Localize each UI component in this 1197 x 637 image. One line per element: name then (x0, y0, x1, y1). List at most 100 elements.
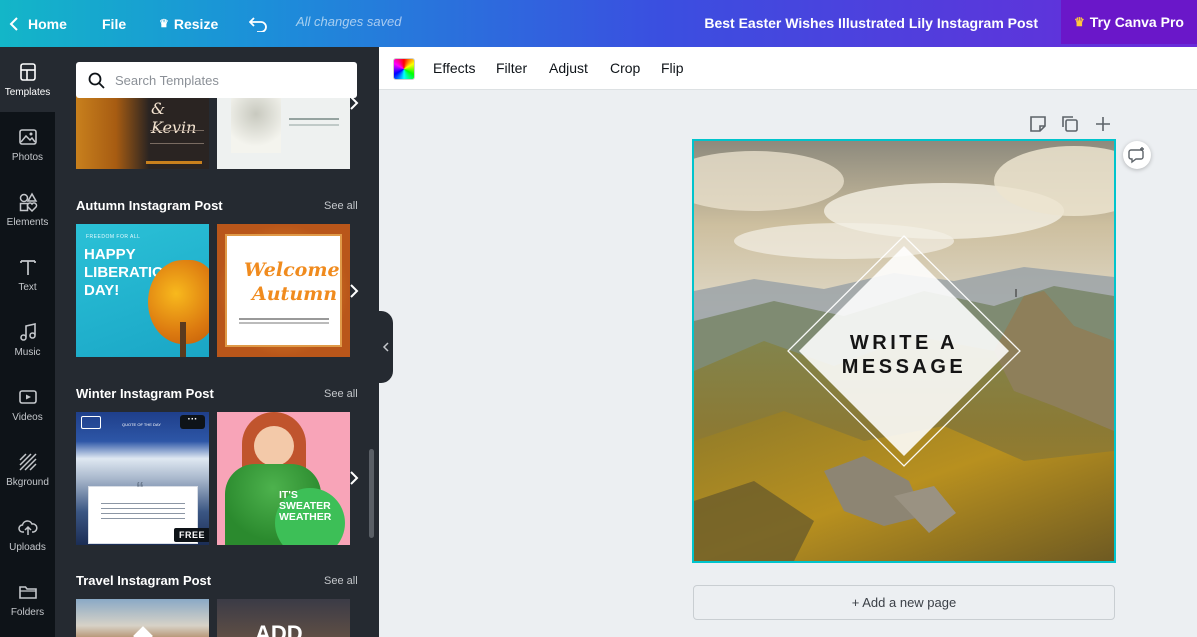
template-thumb-travel-1[interactable] (76, 599, 209, 637)
thumb-lines (239, 318, 329, 320)
template-thumb-wedding[interactable]: & Kevin (76, 88, 209, 169)
file-menu[interactable]: File (102, 0, 126, 47)
notes-icon[interactable] (1028, 114, 1048, 134)
crop-button[interactable]: Crop (610, 60, 640, 76)
thumb-trunk (180, 322, 186, 357)
color-picker-swatch[interactable] (393, 58, 415, 80)
chevron-right-icon[interactable] (345, 469, 363, 487)
rail-item-music[interactable]: Music (0, 307, 55, 372)
thumb-headline: HAPPY LIBERATION DAY! (84, 246, 175, 299)
side-rail: Templates Photos Elements Text Music Vid… (0, 47, 55, 637)
thumb-tree (148, 260, 209, 344)
add-new-page-button[interactable]: + Add a new page (693, 585, 1115, 620)
try-canva-pro-button[interactable]: ♛ Try Canva Pro (1061, 0, 1197, 44)
elements-icon (19, 191, 37, 212)
search-placeholder: Search Templates (115, 72, 219, 88)
add-comment-button[interactable] (1123, 141, 1151, 169)
see-all-link[interactable]: See all (324, 200, 358, 212)
template-thumb-winter-quote[interactable]: QUOTE OF THE DAY ··· “ FREE (76, 412, 209, 545)
document-title[interactable]: Best Easter Wishes Illustrated Lily Inst… (704, 15, 1038, 31)
templates-panel: & Kevin Search Templates Autumn Instagra… (55, 47, 379, 637)
see-all-link[interactable]: See all (324, 575, 358, 587)
rail-label: Bkground (6, 476, 49, 488)
thumb-lines (101, 503, 185, 504)
home-label: Home (28, 15, 67, 32)
flip-button[interactable]: Flip (661, 60, 684, 76)
thumb-script-2: Autumn (252, 283, 338, 305)
search-icon (88, 72, 105, 89)
see-all-link[interactable]: See all (324, 388, 358, 400)
videos-icon (18, 389, 37, 404)
rail-label: Videos (12, 411, 43, 423)
photos-icon (18, 128, 37, 145)
image-toolbar: Effects Filter Adjust Crop Flip (379, 47, 1197, 90)
section-title-travel: Travel Instagram Post (76, 573, 212, 588)
panel-scrollbar[interactable] (369, 449, 374, 538)
add-page-icon[interactable] (1093, 114, 1113, 134)
undo-button[interactable] (249, 0, 268, 47)
rail-item-background[interactable]: Bkground (0, 437, 55, 502)
message-line-2: MESSAGE (841, 356, 967, 378)
chevron-left-icon (9, 16, 18, 31)
section-title-autumn: Autumn Instagram Post (76, 198, 223, 213)
top-bar: Home File ♛ Resize All changes saved Bes… (0, 0, 1197, 47)
canvas-message-text[interactable]: WRITE A MESSAGE (804, 331, 1004, 379)
undo-icon (249, 16, 267, 32)
background-icon (18, 452, 37, 471)
rail-label: Templates (4, 86, 51, 98)
rail-label: Folders (10, 606, 45, 618)
rail-item-templates[interactable]: Templates (0, 47, 55, 112)
templates-icon (19, 62, 36, 81)
rail-label: Music (14, 346, 41, 358)
thumb-lines (150, 130, 204, 144)
thumb-person-face (254, 426, 294, 466)
thumb-lines (289, 118, 339, 120)
rail-item-elements[interactable]: Elements (0, 177, 55, 242)
resize-label: Resize (173, 15, 219, 32)
template-thumb-floral[interactable] (217, 88, 350, 169)
crown-icon: ♛ (159, 18, 169, 30)
collapse-panel-handle[interactable] (379, 311, 393, 383)
thumb-bar (146, 161, 202, 164)
message-line-1: WRITE A (849, 332, 959, 354)
thumb-shape (133, 626, 153, 637)
rail-label: Elements (6, 216, 49, 228)
template-thumb-sweater-weather[interactable]: IT'S SWEATER WEATHER (217, 412, 350, 545)
thumb-travel-text: ADD (255, 621, 303, 637)
rail-item-photos[interactable]: Photos (0, 112, 55, 177)
effects-button[interactable]: Effects (433, 60, 476, 76)
thumb-small-text: FREEDOM FOR ALL (86, 234, 141, 240)
music-icon (19, 322, 36, 341)
chevron-left-icon (382, 342, 389, 352)
rail-item-text[interactable]: Text (0, 242, 55, 307)
adjust-button[interactable]: Adjust (549, 60, 588, 76)
template-thumb-liberation[interactable]: FREEDOM FOR ALL HAPPY LIBERATION DAY! (76, 224, 209, 357)
resize-button[interactable]: ♛ Resize (159, 0, 218, 47)
duplicate-page-icon[interactable] (1060, 114, 1080, 134)
thumb-sweater-text: IT'S SWEATER WEATHER (279, 489, 332, 523)
video-badge-icon (81, 416, 101, 429)
rail-item-folders[interactable]: Folders (0, 567, 55, 632)
free-badge: FREE (174, 528, 209, 542)
crown-icon: ♛ (1074, 15, 1085, 29)
rail-label: Text (18, 281, 37, 293)
template-thumb-welcome-autumn[interactable]: Welcome Autumn (217, 224, 350, 357)
rail-label: Photos (11, 151, 44, 163)
chevron-right-icon[interactable] (345, 282, 363, 300)
folder-icon (18, 585, 37, 599)
quote-icon: “ (136, 480, 144, 497)
rail-item-videos[interactable]: Videos (0, 372, 55, 437)
uploads-icon (17, 519, 37, 535)
section-title-winter: Winter Instagram Post (76, 386, 214, 401)
template-thumb-travel-2[interactable]: ADD (217, 599, 350, 637)
save-status: All changes saved (296, 14, 402, 29)
thumb-script-1: Welcome (244, 259, 340, 281)
search-templates-input[interactable]: Search Templates (76, 62, 357, 98)
rail-label: Uploads (9, 541, 46, 553)
rail-item-uploads[interactable]: Uploads (0, 502, 55, 567)
home-button[interactable]: Home (8, 0, 67, 47)
more-options-icon: ··· (180, 415, 205, 429)
file-label: File (102, 15, 127, 32)
design-canvas[interactable]: WRITE A MESSAGE (692, 139, 1116, 563)
filter-button[interactable]: Filter (496, 60, 527, 76)
